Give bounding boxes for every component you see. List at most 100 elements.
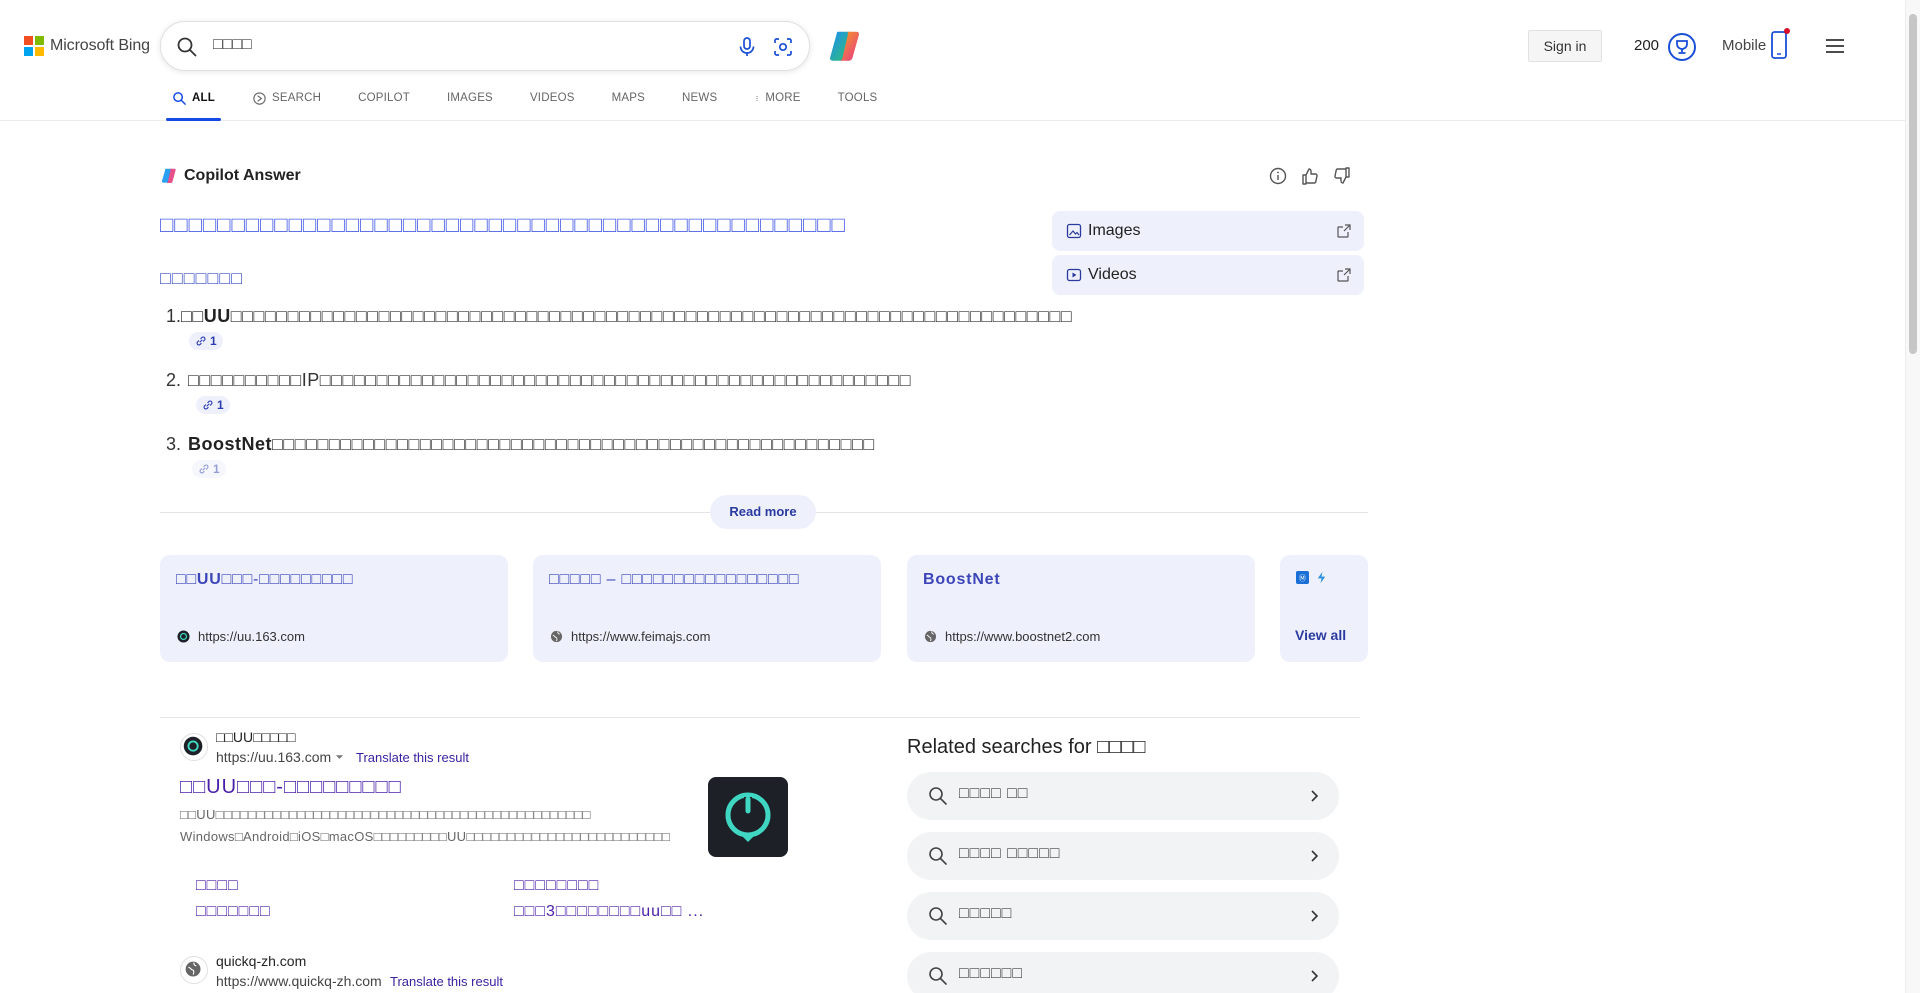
link-icon — [199, 464, 209, 474]
source-card-title: BoostNet — [923, 571, 1001, 588]
answer-item: 2. □□□□□□□□□□IP□□□□□□□□□□□□□□□□□□□□□□□□□… — [160, 367, 920, 421]
mobile-label[interactable]: Mobile — [1722, 37, 1766, 54]
copilot-search-icon — [253, 92, 266, 105]
result-deep-link[interactable]: □□□□ — [196, 877, 239, 895]
tab-copilot[interactable]: COPILOT — [358, 88, 410, 121]
microphone-icon[interactable] — [735, 35, 759, 59]
result-deep-link[interactable]: □□□□□□□□ — [514, 877, 599, 895]
result-deep-link[interactable]: □□□□□□□ — [196, 903, 271, 921]
answer-subhead: □□□□□□□ — [160, 268, 244, 288]
citation-badge[interactable]: 1 — [192, 460, 226, 478]
source-card[interactable]: BoostNet https://www.boostnet2.com — [907, 555, 1255, 662]
related-search-item[interactable]: □□□□□ — [907, 892, 1339, 940]
answer-item-text: □□□□□□□□□□□□□□□□□□□□□□□□□□□□□□□□□□□□□□□□… — [230, 306, 1073, 326]
media-panel: Images Videos — [1052, 211, 1364, 299]
related-search-item[interactable]: □□□□ □□ — [907, 772, 1339, 820]
site-favicon-icon[interactable] — [180, 733, 208, 761]
answer-item-lead: BoostNet — [188, 434, 272, 454]
view-all-sources-card[interactable]: Ⓜ View all — [1280, 555, 1368, 662]
videos-card[interactable]: Videos — [1052, 255, 1364, 295]
tab-images[interactable]: IMAGES — [447, 88, 493, 121]
answer-item-number: 1. — [166, 306, 182, 326]
answer-item-lead: □□UU — [181, 306, 231, 326]
source-card[interactable]: □□□□□ – □□□□□□□□□□□□□□□□□ https://www.fe… — [533, 555, 881, 662]
related-search-label: □□□□□□ — [959, 965, 1023, 982]
tab-maps[interactable]: MAPS — [612, 88, 645, 121]
phone-icon[interactable] — [1770, 28, 1790, 60]
logo-text: Microsoft Bing — [50, 37, 150, 54]
images-card[interactable]: Images — [1052, 211, 1364, 251]
read-more-button[interactable]: Read more — [710, 495, 816, 529]
citation-badge[interactable]: 1 — [196, 396, 230, 414]
answer-item-number: 3. — [166, 434, 182, 454]
result-url[interactable]: https://uu.163.com — [216, 749, 331, 765]
thumbs-up-icon[interactable] — [1300, 166, 1320, 186]
source-card[interactable]: □□UU□□□-□□□□□□□□□ https://uu.163.com — [160, 555, 508, 662]
search-icon — [929, 847, 947, 865]
site-favicon-icon: Ⓜ — [1296, 571, 1309, 584]
rewards-trophy-icon[interactable] — [1667, 32, 1697, 62]
rewards-points[interactable]: 200 — [1634, 37, 1659, 54]
tab-tools[interactable]: TOOLS — [838, 88, 878, 121]
link-icon — [196, 336, 206, 346]
tab-news[interactable]: NEWS — [682, 88, 717, 121]
result-site-name[interactable]: quickq-zh.com — [216, 953, 306, 969]
related-searches-title: Related searches for □□□□ — [907, 736, 1146, 758]
site-favicon-icon[interactable] — [180, 956, 208, 984]
hamburger-menu-icon[interactable] — [1824, 35, 1846, 57]
visual-search-icon[interactable] — [771, 35, 795, 59]
translate-result-link[interactable]: Translate this result — [390, 974, 503, 989]
result-thumbnail[interactable] — [708, 777, 788, 857]
header: Microsoft Bing □□□□ Sign in 200 Mobile A… — [0, 0, 1920, 121]
more-vertical-icon — [756, 96, 758, 101]
tab-more[interactable]: MORE — [754, 88, 800, 121]
search-icon[interactable] — [175, 35, 199, 59]
related-search-item[interactable]: □□□□ □□□□□ — [907, 832, 1339, 880]
tab-label: NEWS — [682, 92, 718, 104]
scrollbar-thumb[interactable] — [1909, 14, 1917, 354]
search-icon — [173, 92, 186, 105]
citation-badge[interactable]: 1 — [189, 332, 223, 350]
copilot-answer-label: Copilot Answer — [184, 167, 301, 184]
sign-in-button[interactable]: Sign in — [1528, 30, 1602, 62]
tab-label: COPILOT — [358, 92, 410, 104]
answer-title[interactable]: □□□□□□□□□□□□□□□□□□□□□□□□□□□□□□□□□□□□□□□□… — [160, 212, 846, 238]
vertical-scrollbar[interactable] — [1905, 0, 1920, 993]
tab-videos[interactable]: VIDEOS — [530, 88, 575, 121]
related-search-label: □□□□□ — [959, 905, 1013, 922]
globe-icon — [924, 630, 937, 643]
bing-logo[interactable]: Microsoft Bing — [24, 36, 150, 56]
tab-all[interactable]: ALL — [166, 88, 221, 121]
search-tabs: ALL SEARCH COPILOT IMAGES VIDEOS MAPS NE… — [166, 88, 914, 121]
result-site-name[interactable]: □□UU□□□□□ — [216, 729, 295, 745]
external-link-icon — [1337, 224, 1351, 238]
bolt-favicon-icon — [1317, 571, 1326, 584]
globe-icon — [550, 630, 563, 643]
chevron-right-icon — [1311, 970, 1319, 982]
tab-label: VIDEOS — [529, 92, 575, 104]
caret-down-icon[interactable] — [335, 754, 344, 761]
result-title[interactable]: □□UU□□□-□□□□□□□□□ — [180, 776, 402, 799]
answer-list: 1. □□UU□□□□□□□□□□□□□□□□□□□□□□□□□□□□□□□□□… — [160, 303, 1072, 495]
result-deep-link[interactable]: □□□3□□□□□□□□uu□□ ... — [514, 903, 704, 921]
translate-result-link[interactable]: Translate this result — [356, 750, 469, 765]
thumbs-down-icon[interactable] — [1332, 166, 1352, 186]
search-box[interactable]: □□□□ — [160, 21, 810, 71]
search-icon — [929, 787, 947, 805]
info-sparkle-icon[interactable] — [1268, 166, 1288, 186]
answer-item-text: □□□□□□□□□□□□□□□□□□□□□□□□□□□□□□□□□□□□□□□□… — [272, 434, 875, 454]
tab-label: IMAGES — [447, 92, 493, 104]
search-input[interactable]: □□□□ — [213, 36, 252, 54]
copilot-answer-header: Copilot Answer — [160, 167, 301, 185]
related-search-item[interactable]: □□□□□□ — [907, 952, 1339, 993]
result-url[interactable]: https://www.quickq-zh.com — [216, 973, 382, 989]
copilot-logo-icon[interactable] — [826, 27, 864, 65]
divider — [160, 717, 1360, 718]
result-snippet: □□UU□□□□□□□□□□□□□□□□□□□□□□□□□□□□□□□□□□□□… — [180, 807, 671, 844]
tab-search[interactable]: SEARCH — [252, 88, 321, 121]
tab-label: MAPS — [611, 92, 646, 104]
search-icon — [929, 967, 947, 985]
citation-number: 1 — [217, 397, 224, 412]
videos-card-label: Videos — [1088, 266, 1137, 283]
related-search-label: □□□□ □□ — [959, 785, 1029, 802]
